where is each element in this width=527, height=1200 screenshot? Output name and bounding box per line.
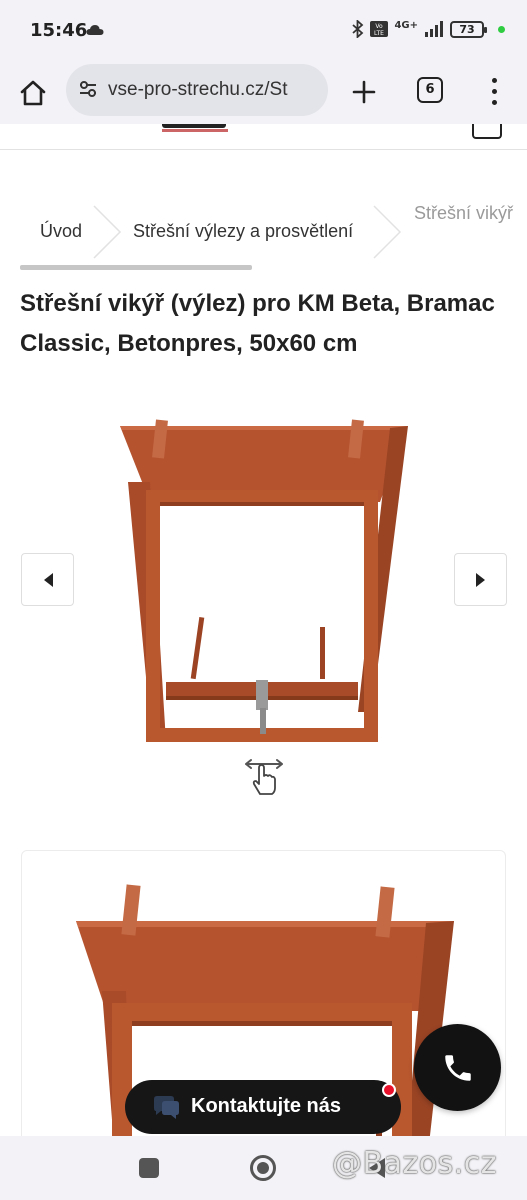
site-header [0, 124, 527, 150]
breadcrumb-home[interactable]: Úvod [40, 201, 82, 261]
more-icon[interactable] [484, 74, 504, 110]
product-title: Střešní vikýř (výlez) pro KM Beta, Brama… [20, 290, 495, 357]
svg-text:LTE: LTE [374, 30, 384, 37]
notification-dot [382, 1083, 396, 1097]
home-nav-button[interactable] [250, 1155, 276, 1181]
battery-icon: 73 [450, 20, 487, 38]
svg-text:Vo: Vo [376, 23, 384, 30]
status-icons: Vo LTE 4G+ 73 [352, 20, 505, 38]
new-tab-button[interactable] [346, 74, 382, 110]
network-type: 4G+ [394, 19, 418, 31]
volte-icon: Vo LTE [370, 21, 389, 37]
chat-icon [154, 1096, 179, 1119]
arrow-right-icon [475, 572, 485, 587]
site-logo[interactable] [162, 124, 228, 136]
status-time: 15:46 [30, 20, 88, 41]
call-button[interactable] [414, 1024, 501, 1111]
tabs-icon[interactable]: 6 [417, 77, 443, 103]
breadcrumb: Úvod Střešní výlezy a prosvětlení Střešn… [20, 201, 527, 261]
chevron-right-icon [373, 205, 402, 259]
gallery-next-button[interactable] [454, 553, 507, 606]
cloud-icon [86, 25, 104, 35]
status-bar: 15:46 Vo LTE 4G+ 73 [0, 0, 527, 62]
breadcrumb-current: Střešní vikýř [414, 202, 514, 223]
plus-icon [352, 80, 376, 104]
signal-icon [425, 21, 443, 37]
privacy-indicator [498, 25, 505, 33]
arrow-left-icon [43, 572, 53, 587]
url-bar[interactable]: vse-pro-strechu.cz/St [66, 64, 328, 116]
recents-button[interactable] [139, 1158, 159, 1178]
product-image[interactable] [110, 412, 420, 752]
breadcrumb-category[interactable]: Střešní výlezy a prosvětlení [133, 201, 353, 261]
home-button[interactable] [14, 74, 52, 112]
watermark: @Bazos.cz [332, 1146, 497, 1181]
site-settings-icon[interactable] [78, 79, 98, 99]
phone-icon [444, 1054, 471, 1081]
cart-icon[interactable] [472, 124, 502, 139]
contact-label: Kontaktujte nás [191, 1095, 342, 1117]
home-icon [20, 80, 46, 106]
gallery-prev-button[interactable] [21, 553, 74, 606]
chevron-right-icon [93, 205, 122, 259]
browser-toolbar: vse-pro-strechu.cz/St 6 [0, 62, 527, 124]
swipe-hand-icon [245, 759, 283, 795]
url-text: vse-pro-strechu.cz/St [108, 79, 288, 100]
breadcrumb-scrollbar[interactable] [20, 265, 252, 270]
bluetooth-icon [352, 20, 364, 38]
contact-button[interactable]: Kontaktujte nás [125, 1080, 401, 1134]
